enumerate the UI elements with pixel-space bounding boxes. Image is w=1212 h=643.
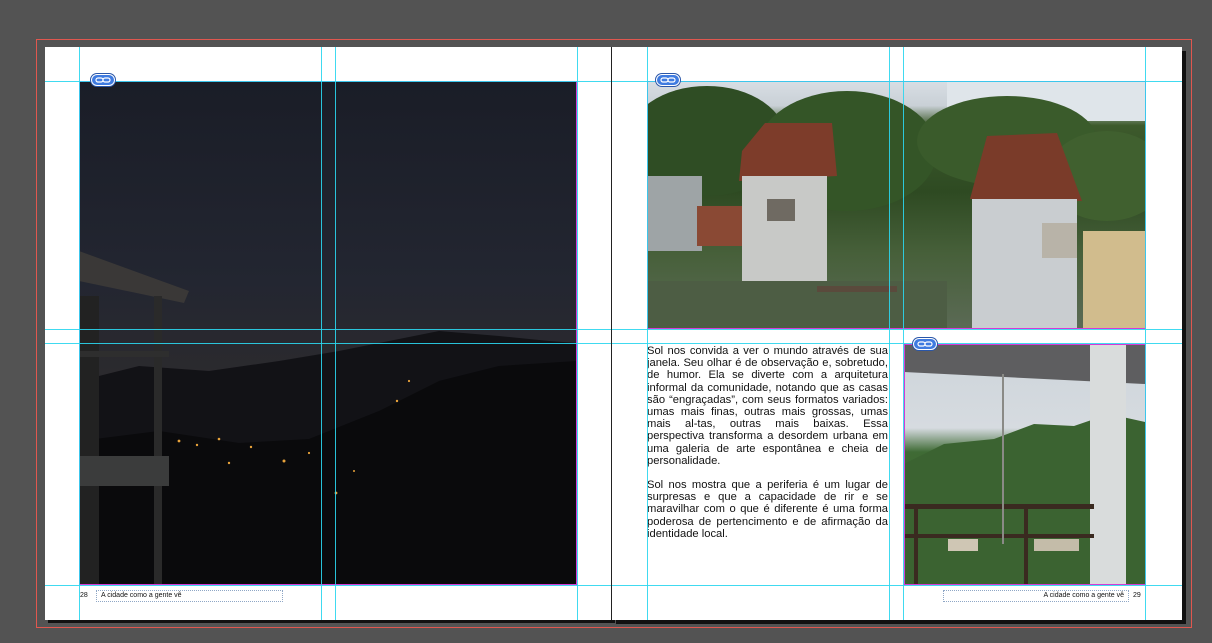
night-landscape-photo[interactable] xyxy=(79,81,577,584)
guide-vertical xyxy=(889,47,890,620)
link-icon[interactable] xyxy=(91,74,115,86)
veranda-photo[interactable] xyxy=(904,344,1145,584)
guide-horizontal xyxy=(45,585,1182,586)
veranda-drawing xyxy=(904,344,1145,584)
running-footer-left[interactable]: A cidade como a gente vê xyxy=(96,590,283,602)
running-footer-right[interactable]: A cidade como a gente vê xyxy=(943,590,1129,602)
houses-photo[interactable] xyxy=(647,81,1145,328)
guide-horizontal xyxy=(45,81,1182,82)
body-paragraph-1: Sol nos convida a ver o mundo através de… xyxy=(647,345,888,467)
guide-horizontal xyxy=(45,329,1182,330)
running-footer-left-text: A cidade como a gente vê xyxy=(101,592,182,599)
guide-vertical xyxy=(79,47,80,620)
link-icon[interactable] xyxy=(913,338,937,350)
night-landscape-drawing xyxy=(79,251,577,584)
guide-vertical xyxy=(1145,47,1146,620)
guide-vertical xyxy=(335,47,336,620)
guide-vertical xyxy=(321,47,322,620)
houses-drawing xyxy=(647,81,1145,328)
guide-vertical xyxy=(903,47,904,620)
running-footer-right-text: A cidade como a gente vê xyxy=(1043,592,1124,599)
page-number-left[interactable]: 28 xyxy=(80,591,94,601)
spread-spine xyxy=(611,47,612,620)
page-number-right[interactable]: 29 xyxy=(1133,591,1147,601)
body-text-frame[interactable]: Sol nos convida a ver o mundo através de… xyxy=(647,345,888,583)
guide-vertical xyxy=(647,47,648,620)
body-paragraph-2: Sol nos mostra que a periferia é um luga… xyxy=(647,479,888,540)
guide-vertical xyxy=(577,47,578,620)
guide-horizontal xyxy=(45,343,1182,344)
link-icon[interactable] xyxy=(656,74,680,86)
